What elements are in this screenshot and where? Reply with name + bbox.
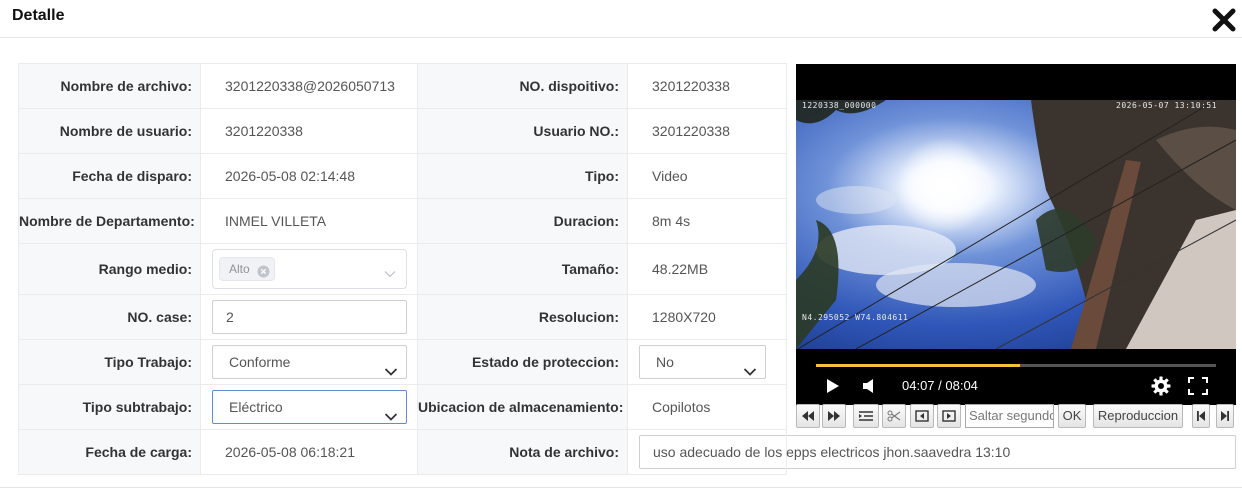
trigger-date-value: 2026-05-08 02:14:48 bbox=[200, 153, 418, 199]
device-no-value: 3201220338 bbox=[627, 63, 787, 109]
type-value: Video bbox=[627, 153, 787, 199]
subwork-type-value: Eléctrico bbox=[229, 399, 283, 415]
dialog-title: Detalle bbox=[12, 7, 65, 24]
case-no-label: NO. case: bbox=[18, 294, 201, 340]
range-cell: Alto bbox=[200, 243, 418, 295]
table-row: Nombre de Departamento: INMEL VILLETA Du… bbox=[18, 198, 787, 244]
range-label: Rango medio: bbox=[18, 243, 201, 295]
upload-date-value: 2026-05-08 06:18:21 bbox=[200, 429, 418, 475]
table-row: Rango medio: Alto Tamaño: 48.22MB bbox=[18, 243, 787, 295]
video-frame[interactable] bbox=[796, 100, 1236, 349]
table-row: Nombre de usuario: 3201220338 Usuario NO… bbox=[18, 108, 787, 154]
play-icon[interactable] bbox=[826, 378, 840, 399]
chevron-down-icon bbox=[384, 356, 398, 376]
progress-bar[interactable] bbox=[816, 364, 1216, 367]
detail-table: Nombre de archivo: 3201220338@2026050713… bbox=[18, 63, 1236, 475]
table-row: Nombre de archivo: 3201220338@2026050713… bbox=[18, 63, 787, 109]
range-tag-label: Alto bbox=[229, 262, 250, 276]
note-input[interactable]: uso adecuado de los epps electricos jhon… bbox=[639, 435, 1236, 469]
close-icon[interactable] bbox=[1210, 6, 1238, 34]
playback-button[interactable]: Reproduccion bbox=[1093, 404, 1183, 428]
subwork-type-select[interactable]: Eléctrico bbox=[212, 390, 407, 424]
settings-gear-icon[interactable] bbox=[1151, 376, 1171, 401]
osd-gps: N4.295052 W74.804611 bbox=[802, 313, 909, 322]
protection-label: Estado de proteccion: bbox=[417, 339, 628, 385]
size-value: 48.22MB bbox=[627, 243, 787, 295]
storage-label: Ubicacion de almacenamiento: bbox=[417, 384, 628, 430]
skip-start-icon[interactable] bbox=[1192, 404, 1210, 428]
user-no-label: Usuario NO.: bbox=[417, 108, 628, 154]
skip-end-icon[interactable] bbox=[1216, 404, 1234, 428]
table-row: Fecha de disparo: 2026-05-08 02:14:48 Ti… bbox=[18, 153, 787, 199]
subwork-type-cell: Eléctrico bbox=[200, 384, 418, 430]
ok-button[interactable]: OK bbox=[1058, 404, 1086, 428]
resolution-value: 1280X720 bbox=[627, 294, 787, 340]
progress-fill bbox=[816, 364, 1020, 367]
work-type-label: Tipo Trabajo: bbox=[18, 339, 201, 385]
case-no-input[interactable]: 2 bbox=[212, 300, 407, 334]
osd-device-id: 1220338_000000 bbox=[802, 101, 877, 110]
trigger-date-label: Fecha de disparo: bbox=[18, 153, 201, 199]
playback-toolbar: Saltar segundo OK Reproduccion bbox=[796, 404, 1236, 429]
chevron-down-icon bbox=[743, 356, 757, 376]
upload-date-label: Fecha de carga: bbox=[18, 429, 201, 475]
protection-cell: No bbox=[627, 339, 787, 385]
work-type-select[interactable]: Conforme bbox=[212, 345, 407, 379]
file-name-label: Nombre de archivo: bbox=[18, 63, 201, 109]
frame-back-icon[interactable] bbox=[910, 404, 934, 428]
user-name-value: 3201220338 bbox=[200, 108, 418, 154]
storage-value: Copilotos bbox=[627, 384, 787, 430]
video-player[interactable]: 1220338_000000 2026-05-07 13:10:51 N4.29… bbox=[796, 64, 1236, 405]
osd-timestamp: 2026-05-07 13:10:51 bbox=[1116, 101, 1218, 110]
work-type-cell: Conforme bbox=[200, 339, 418, 385]
resolution-label: Resolucion: bbox=[417, 294, 628, 340]
table-row: Tipo Trabajo: Conforme Estado de protecc… bbox=[18, 339, 787, 385]
user-no-value: 3201220338 bbox=[627, 108, 787, 154]
user-name-label: Nombre de usuario: bbox=[18, 108, 201, 154]
table-row: Tipo subtrabajo: Eléctrico Ubicacion de … bbox=[18, 384, 787, 430]
subwork-type-label: Tipo subtrabajo: bbox=[18, 384, 201, 430]
type-label: Tipo: bbox=[417, 153, 628, 199]
protection-select[interactable]: No bbox=[639, 345, 766, 379]
chevron-down-icon bbox=[384, 401, 398, 421]
frame-forward-icon[interactable] bbox=[937, 404, 961, 428]
scissors-icon[interactable] bbox=[882, 404, 906, 428]
table-row: NO. case: 2 Resolucion: 1280X720 bbox=[18, 294, 787, 340]
fullscreen-icon[interactable] bbox=[1188, 377, 1208, 400]
work-type-value: Conforme bbox=[229, 354, 291, 370]
case-no-cell: 2 bbox=[200, 294, 418, 340]
protection-value: No bbox=[656, 354, 674, 370]
range-tag: Alto bbox=[219, 257, 275, 281]
tag-remove-icon[interactable] bbox=[257, 263, 270, 278]
chevron-down-icon bbox=[384, 265, 396, 278]
list-indent-icon[interactable] bbox=[853, 404, 879, 428]
table-row: Fecha de carga: 2026-05-08 06:18:21 Nota… bbox=[18, 429, 1236, 475]
range-multiselect[interactable]: Alto bbox=[212, 249, 407, 289]
duration-label: Duracion: bbox=[417, 198, 628, 244]
duration-value: 8m 4s bbox=[627, 198, 787, 244]
note-cell: uso adecuado de los epps electricos jhon… bbox=[627, 429, 1236, 475]
footer-divider bbox=[0, 487, 1242, 488]
rewind-icon[interactable] bbox=[796, 404, 820, 428]
device-no-label: NO. dispoitivo: bbox=[417, 63, 628, 109]
volume-icon[interactable] bbox=[862, 378, 876, 399]
time-display: 04:07 / 08:04 bbox=[902, 378, 978, 393]
fast-forward-icon[interactable] bbox=[822, 404, 846, 428]
dialog-header: Detalle bbox=[0, 0, 1242, 38]
department-label: Nombre de Departamento: bbox=[18, 198, 201, 244]
seek-seconds-input[interactable]: Saltar segundo bbox=[965, 404, 1054, 428]
video-scene bbox=[796, 100, 1236, 349]
note-label: Nota de archivo: bbox=[417, 429, 628, 475]
size-label: Tamaño: bbox=[417, 243, 628, 295]
file-name-value: 3201220338@2026050713 bbox=[200, 63, 418, 109]
department-value: INMEL VILLETA bbox=[200, 198, 418, 244]
